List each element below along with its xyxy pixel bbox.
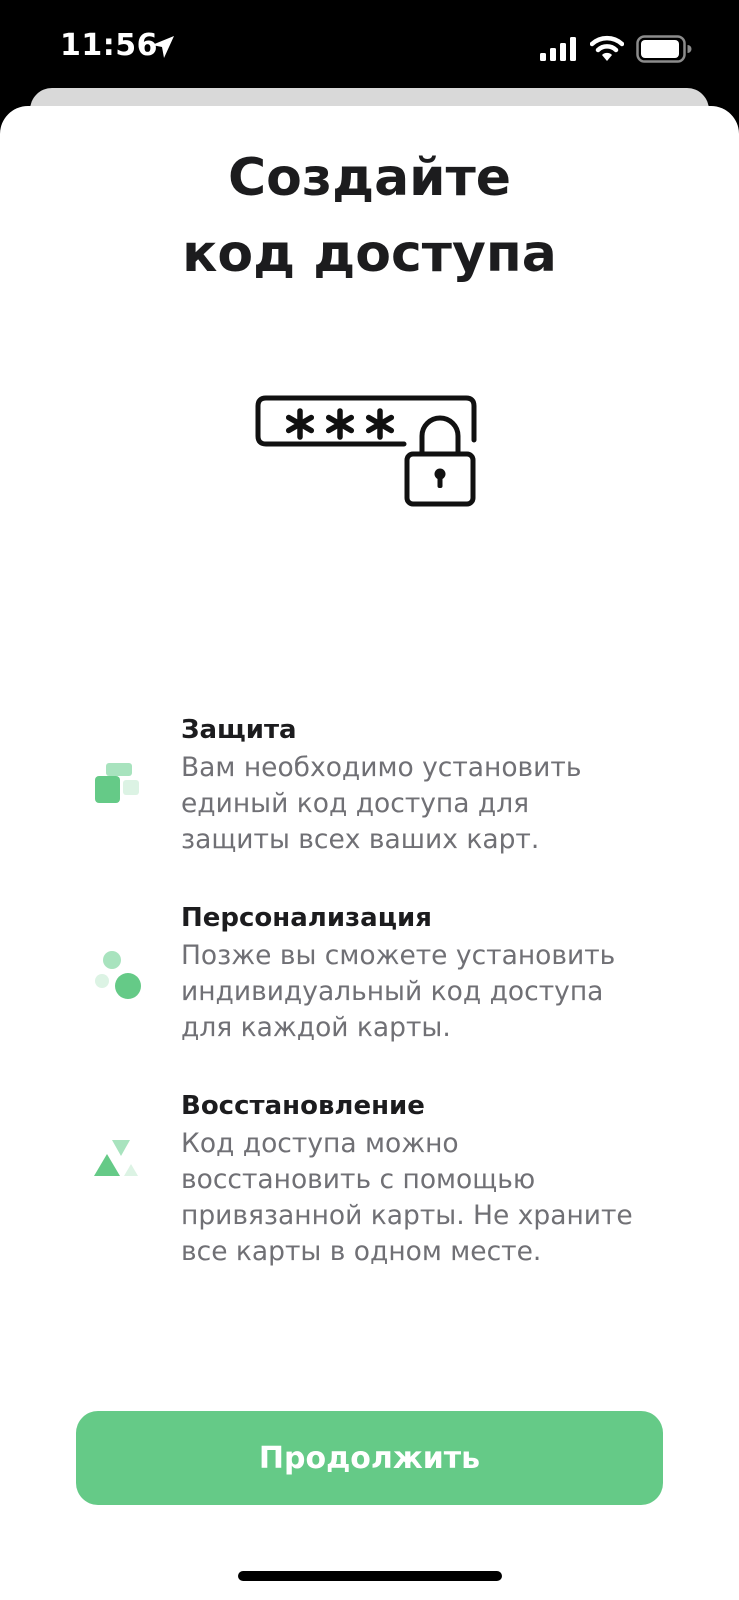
feature-description: Код доступа можно восстановить с помощью… [181, 1128, 633, 1267]
cellular-signal-icon [540, 37, 576, 61]
password-lock-icon [255, 395, 477, 507]
personalization-dots-icon [95, 951, 141, 999]
protection-blocks-icon [95, 763, 139, 803]
location-arrow-icon [152, 36, 174, 58]
feature-title: Персонализация [181, 903, 432, 933]
page-title: Создайте код доступа [0, 140, 739, 292]
page-title-line-1: Создайте [227, 148, 512, 208]
home-indicator[interactable] [238, 1571, 502, 1581]
status-time: 11:56 [60, 28, 158, 63]
feature-description: Вам необходимо установить единый код дос… [181, 752, 582, 855]
status-bar: 11:56 [0, 0, 739, 100]
battery-icon [636, 35, 692, 63]
feature-title: Защита [181, 715, 297, 745]
wifi-icon [590, 35, 624, 61]
recovery-triangles-icon [94, 1140, 138, 1176]
continue-button[interactable]: Продолжить [76, 1411, 663, 1505]
feature-description: Позже вы сможете установить индивидуальн… [181, 940, 616, 1043]
masked-asterisks [285, 408, 395, 440]
feature-title: Восстановление [181, 1091, 425, 1121]
page-title-line-2: код доступа [182, 224, 557, 284]
